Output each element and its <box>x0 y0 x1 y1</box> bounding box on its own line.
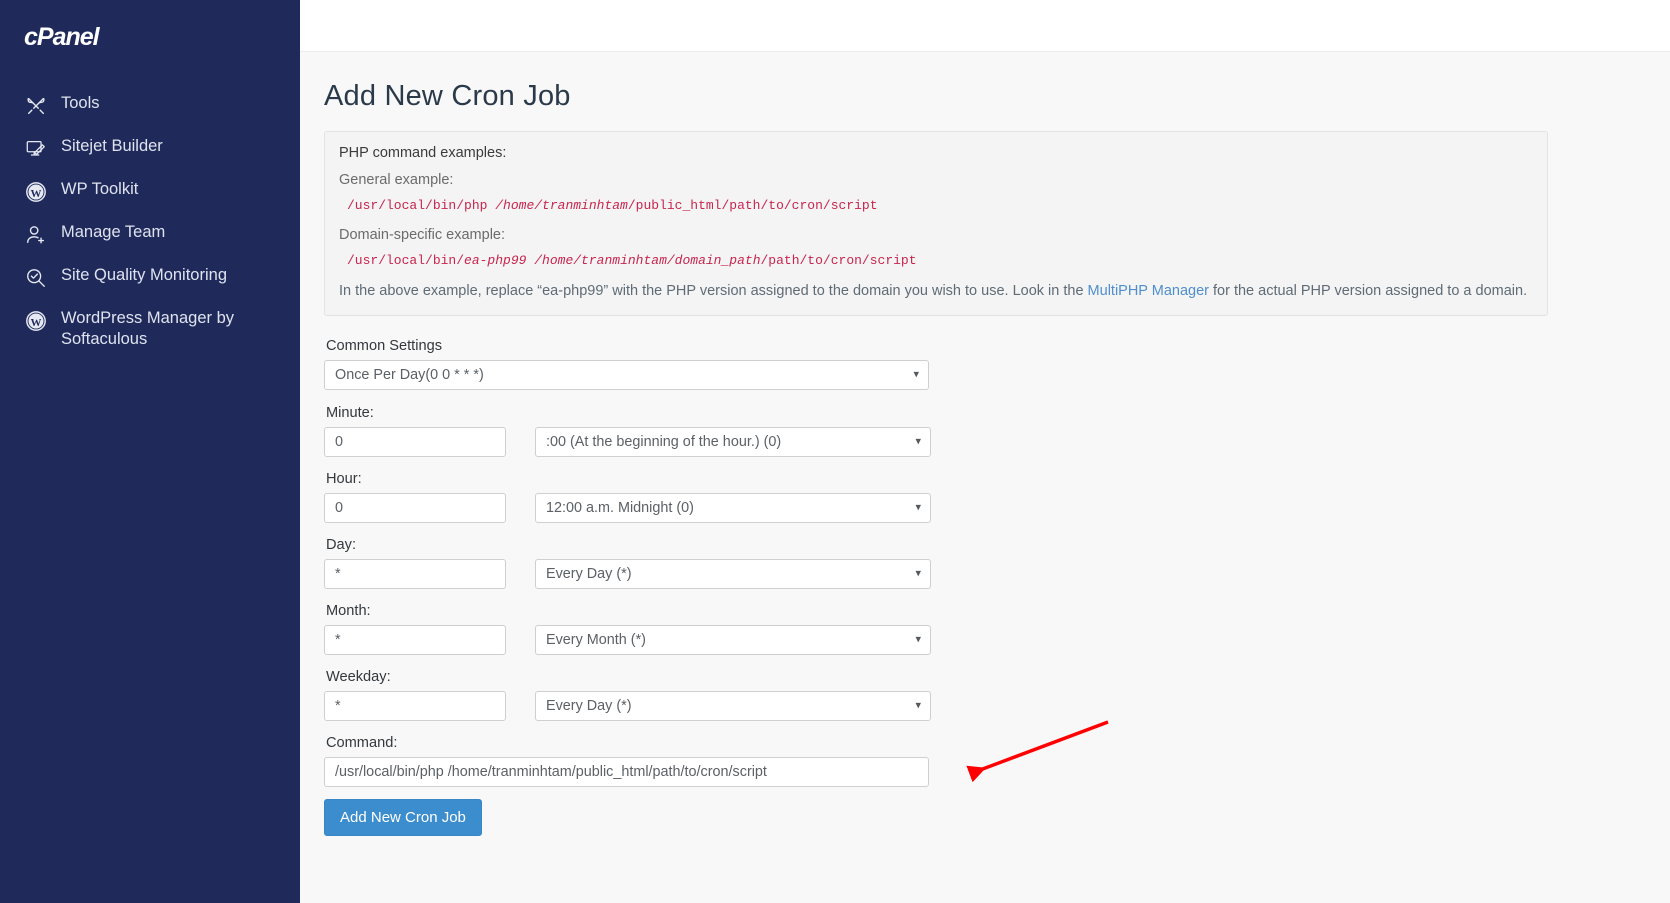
manage-team-icon <box>24 223 48 247</box>
note-text-before: In the above example, replace “ea-php99”… <box>339 283 1088 299</box>
minute-input[interactable] <box>324 427 506 457</box>
content-area: Add New Cron Job PHP command examples: G… <box>300 52 1670 836</box>
hour-row: 12:00 a.m. Midnight (0) ▾ <box>324 493 1646 523</box>
common-settings-select-wrap: Once Per Day(0 0 * * *) ▾ <box>324 360 929 390</box>
day-row: Every Day (*) ▾ <box>324 559 1646 589</box>
note-text-after: for the actual PHP version assigned to a… <box>1208 283 1528 299</box>
code-part-italic: /home/tranminhtam/domain_path <box>526 253 761 268</box>
minute-label: Minute: <box>326 405 374 421</box>
add-new-cron-job-button[interactable]: Add New Cron Job <box>324 799 482 836</box>
multiphp-manager-link[interactable]: MultiPHP Manager <box>1088 283 1209 299</box>
svg-text:W: W <box>31 188 42 200</box>
svg-text:W: W <box>31 317 42 329</box>
code-part: /path/to/cron/script <box>760 253 917 268</box>
code-part: /usr/local/bin/ <box>347 253 465 268</box>
command-input[interactable] <box>324 757 929 787</box>
domain-example-code: /usr/local/bin/ea-php99 /home/tranminhta… <box>339 253 1533 268</box>
weekday-label: Weekday: <box>326 669 391 685</box>
sidebar-nav: Tools Sitejet Builder W WP Toolkit Manag… <box>0 84 300 359</box>
sidebar-item-label: Tools <box>61 94 100 112</box>
common-settings-label: Common Settings <box>326 338 442 354</box>
sidebar-item-label: WP Toolkit <box>61 180 139 198</box>
weekday-select[interactable]: Every Day (*) <box>535 691 931 721</box>
day-select[interactable]: Every Day (*) <box>535 559 931 589</box>
hour-label: Hour: <box>326 471 362 487</box>
tools-icon <box>24 94 48 118</box>
sitejet-builder-icon <box>24 137 48 161</box>
sidebar: cPanel Tools Sitejet Builder W WP Toolki… <box>0 0 300 903</box>
minute-row: :00 (At the beginning of the hour.) (0) … <box>324 427 1646 457</box>
day-input[interactable] <box>324 559 506 589</box>
common-settings-select[interactable]: Once Per Day(0 0 * * *) <box>324 360 929 390</box>
month-input[interactable] <box>324 625 506 655</box>
sidebar-item-wordpress-manager-by-softaculous[interactable]: W WordPress Manager by Softaculous <box>0 299 300 359</box>
month-select[interactable]: Every Month (*) <box>535 625 931 655</box>
sidebar-item-site-quality-monitoring[interactable]: Site Quality Monitoring <box>0 256 300 299</box>
wordpress-icon: W <box>24 180 48 204</box>
weekday-row: Every Day (*) ▾ <box>324 691 1646 721</box>
php-command-examples-panel: PHP command examples: General example: /… <box>324 131 1548 316</box>
weekday-select-wrap: Every Day (*) ▾ <box>535 691 931 721</box>
wordpress-icon: W <box>24 309 48 333</box>
main-area: Add New Cron Job PHP command examples: G… <box>300 0 1670 903</box>
sidebar-item-manage-team[interactable]: Manage Team <box>0 213 300 256</box>
sidebar-item-wp-toolkit[interactable]: W WP Toolkit <box>0 170 300 213</box>
general-example-label: General example: <box>339 172 454 188</box>
code-part-italic: /home/tranminhtam <box>495 198 628 213</box>
sidebar-item-label: Manage Team <box>61 223 166 241</box>
sidebar-item-label: Sitejet Builder <box>61 137 163 155</box>
month-row: Every Month (*) ▾ <box>324 625 1646 655</box>
command-label: Command: <box>326 735 398 751</box>
hour-input[interactable] <box>324 493 506 523</box>
general-example-code: /usr/local/bin/php /home/tranminhtam/pub… <box>339 198 1533 213</box>
cpanel-logo[interactable]: cPanel <box>0 0 300 62</box>
sidebar-item-label: Site Quality Monitoring <box>61 266 227 284</box>
hour-select-wrap: 12:00 a.m. Midnight (0) ▾ <box>535 493 931 523</box>
code-part-italic: ea-php99 <box>464 253 527 268</box>
top-bar <box>300 0 1670 52</box>
sidebar-item-label: WordPress Manager by Softaculous <box>61 309 235 348</box>
minute-select[interactable]: :00 (At the beginning of the hour.) (0) <box>535 427 931 457</box>
hour-select[interactable]: 12:00 a.m. Midnight (0) <box>535 493 931 523</box>
page-title: Add New Cron Job <box>324 80 571 112</box>
sidebar-item-tools[interactable]: Tools <box>0 84 300 127</box>
month-select-wrap: Every Month (*) ▾ <box>535 625 931 655</box>
code-part: /public_html/path/to/cron/script <box>627 198 878 213</box>
code-part: /usr/local/bin/php <box>347 198 496 213</box>
day-label: Day: <box>326 537 357 553</box>
sidebar-item-sitejet-builder[interactable]: Sitejet Builder <box>0 127 300 170</box>
day-select-wrap: Every Day (*) ▾ <box>535 559 931 589</box>
domain-example-label: Domain-specific example: <box>339 227 506 243</box>
minute-select-wrap: :00 (At the beginning of the hour.) (0) … <box>535 427 931 457</box>
app-root: cPanel Tools Sitejet Builder W WP Toolki… <box>0 0 1670 903</box>
site-quality-monitoring-icon <box>24 266 48 290</box>
weekday-input[interactable] <box>324 691 506 721</box>
svg-text:cPanel: cPanel <box>24 23 101 51</box>
examples-note: In the above example, replace “ea-php99”… <box>339 282 1533 301</box>
month-label: Month: <box>326 603 371 619</box>
examples-heading: PHP command examples: <box>339 145 507 161</box>
